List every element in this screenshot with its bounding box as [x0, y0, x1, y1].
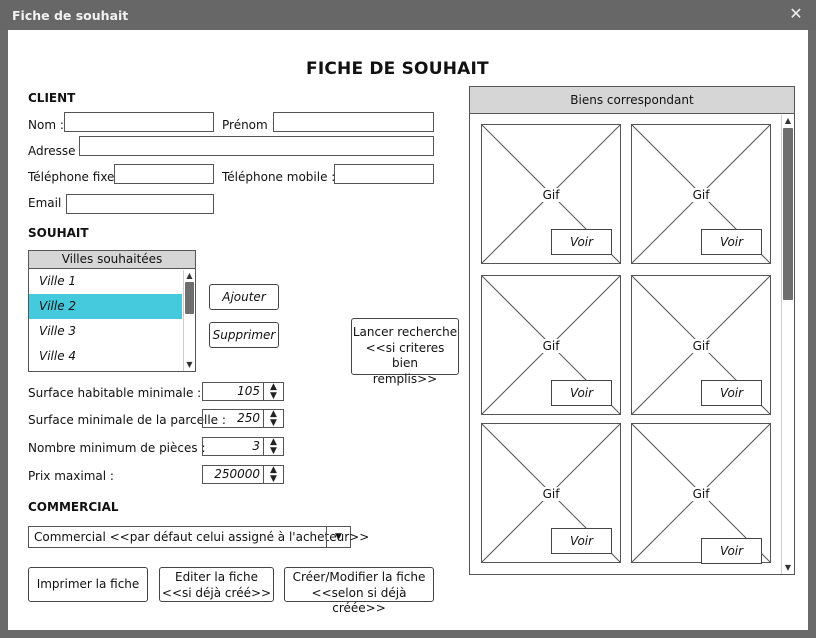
adresse-label: Adresse :	[28, 144, 84, 158]
scroll-down-icon[interactable]: ▼	[782, 562, 794, 574]
surface-habitable-stepper[interactable]: 105 ▲ ▼	[202, 382, 284, 401]
voir-button[interactable]: Voir	[551, 229, 612, 255]
gif-label: Gif	[540, 339, 562, 353]
section-client: CLIENT	[28, 91, 76, 105]
creer-line2: <<selon si déjà créée>>	[311, 585, 407, 616]
bien-card: Gif Voir	[481, 423, 621, 563]
tel-mobile-input[interactable]	[334, 164, 434, 184]
email-input[interactable]	[66, 194, 214, 214]
lancer-recherche-line3: remplis>>	[372, 371, 438, 386]
bien-card: Gif Voir	[481, 275, 621, 415]
voir-button[interactable]: Voir	[701, 380, 762, 406]
stepper-buttons[interactable]: ▲ ▼	[264, 437, 284, 456]
scroll-up-icon[interactable]: ▲	[782, 115, 794, 127]
stepper-buttons[interactable]: ▲ ▼	[264, 382, 284, 401]
bien-card: Gif Voir	[631, 423, 771, 564]
window-titlebar: Fiche de souhait ✕	[0, 0, 816, 30]
page-title: FICHE DE SOUHAIT	[306, 59, 489, 79]
prix-value[interactable]: 250000	[202, 465, 264, 484]
list-item[interactable]: Ville 1	[29, 269, 182, 294]
biens-panel: Biens correspondant Gif Voir Gif Voir Gi…	[469, 86, 795, 575]
scroll-up-icon[interactable]: ▲	[184, 270, 195, 282]
list-item[interactable]: Ville 4	[29, 344, 182, 369]
commercial-selected: Commercial <<par défaut celui assigné à …	[34, 530, 370, 544]
spin-down-icon[interactable]: ▼	[264, 392, 283, 401]
supprimer-button[interactable]: Supprimer	[209, 322, 279, 348]
list-item-selected[interactable]: Ville 2	[29, 294, 182, 319]
imprimer-button[interactable]: Imprimer la fiche	[28, 567, 148, 602]
gif-label: Gif	[540, 487, 562, 501]
nom-input[interactable]	[64, 112, 214, 132]
email-label: Email :	[28, 196, 70, 210]
voir-button[interactable]: Voir	[551, 528, 612, 554]
section-commercial: COMMERCIAL	[28, 500, 119, 514]
prix-stepper[interactable]: 250000 ▲ ▼	[202, 465, 284, 484]
lancer-recherche-line2: <<si criteres bien	[365, 340, 445, 371]
scrollbar-thumb[interactable]	[185, 282, 194, 314]
chevron-down-icon[interactable]: ▼	[326, 527, 350, 547]
gif-label: Gif	[690, 188, 712, 202]
biens-scrollbar[interactable]: ▲ ▼	[781, 115, 794, 574]
surface-parcelle-value[interactable]: 250	[202, 409, 264, 428]
villes-listbox[interactable]: Villes souhaitées Ville 1 Ville 2 Ville …	[28, 250, 196, 372]
prenom-label: Prénom :	[222, 118, 276, 132]
voir-button[interactable]: Voir	[701, 229, 762, 255]
surface-parcelle-stepper[interactable]: 250 ▲ ▼	[202, 409, 284, 428]
stepper-buttons[interactable]: ▲ ▼	[264, 465, 284, 484]
bien-card: Gif Voir	[481, 124, 621, 264]
gif-label: Gif	[540, 188, 562, 202]
pieces-value[interactable]: 3	[202, 437, 264, 456]
creer-line1: Créer/Modifier la fiche	[292, 570, 426, 584]
list-item[interactable]: Ville 3	[29, 319, 182, 344]
scroll-down-icon[interactable]: ▼	[184, 359, 195, 371]
spin-down-icon[interactable]: ▼	[264, 475, 283, 484]
tel-fixe-input[interactable]	[114, 164, 214, 184]
stepper-buttons[interactable]: ▲ ▼	[264, 409, 284, 428]
nom-label: Nom :	[28, 118, 64, 132]
window-content: FICHE DE SOUHAIT CLIENT Nom : Prénom : A…	[8, 30, 808, 630]
villes-header: Villes souhaitées	[29, 251, 195, 269]
tel-fixe-label: Téléphone fixe :	[28, 170, 123, 184]
creer-modifier-button[interactable]: Créer/Modifier la fiche <<selon si déjà …	[284, 567, 434, 615]
editer-line1: Editer la fiche	[174, 570, 258, 584]
surface-habitable-value[interactable]: 105	[202, 382, 264, 401]
surface-habitable-label: Surface habitable minimale :	[28, 386, 202, 400]
voir-button[interactable]: Voir	[551, 380, 612, 406]
gif-label: Gif	[690, 487, 712, 501]
scrollbar-thumb[interactable]	[783, 128, 793, 300]
surface-parcelle-label: Surface minimale de la parcelle :	[28, 413, 226, 427]
gif-label: Gif	[690, 339, 712, 353]
lancer-recherche-line1: Lancer recherche	[352, 325, 458, 339]
spin-down-icon[interactable]: ▼	[264, 419, 283, 428]
lancer-recherche-button[interactable]: Lancer recherche <<si criteres bien remp…	[351, 318, 459, 386]
bien-card: Gif Voir	[631, 275, 771, 415]
commercial-select[interactable]: Commercial <<par défaut celui assigné à …	[28, 526, 369, 548]
section-souhait: SOUHAIT	[28, 226, 89, 240]
voir-button[interactable]: Voir	[701, 538, 762, 564]
editer-button[interactable]: Editer la fiche <<si déjà créé>>	[159, 567, 274, 602]
villes-scrollbar[interactable]: ▲ ▼	[183, 270, 195, 371]
ajouter-button[interactable]: Ajouter	[209, 284, 279, 310]
spin-down-icon[interactable]: ▼	[264, 447, 283, 456]
close-icon[interactable]: ✕	[788, 5, 804, 23]
prenom-input[interactable]	[273, 112, 434, 132]
bien-card: Gif Voir	[631, 124, 771, 264]
window-title: Fiche de souhait	[12, 8, 129, 23]
pieces-stepper[interactable]: 3 ▲ ▼	[202, 437, 284, 456]
editer-line2: <<si déjà créé>>	[161, 585, 272, 600]
prix-label: Prix maximal :	[28, 469, 114, 483]
pieces-label: Nombre minimum de pièces :	[28, 441, 206, 455]
biens-header: Biens correspondant	[470, 87, 794, 114]
adresse-input[interactable]	[79, 136, 434, 156]
tel-mobile-label: Téléphone mobile :	[222, 170, 336, 184]
